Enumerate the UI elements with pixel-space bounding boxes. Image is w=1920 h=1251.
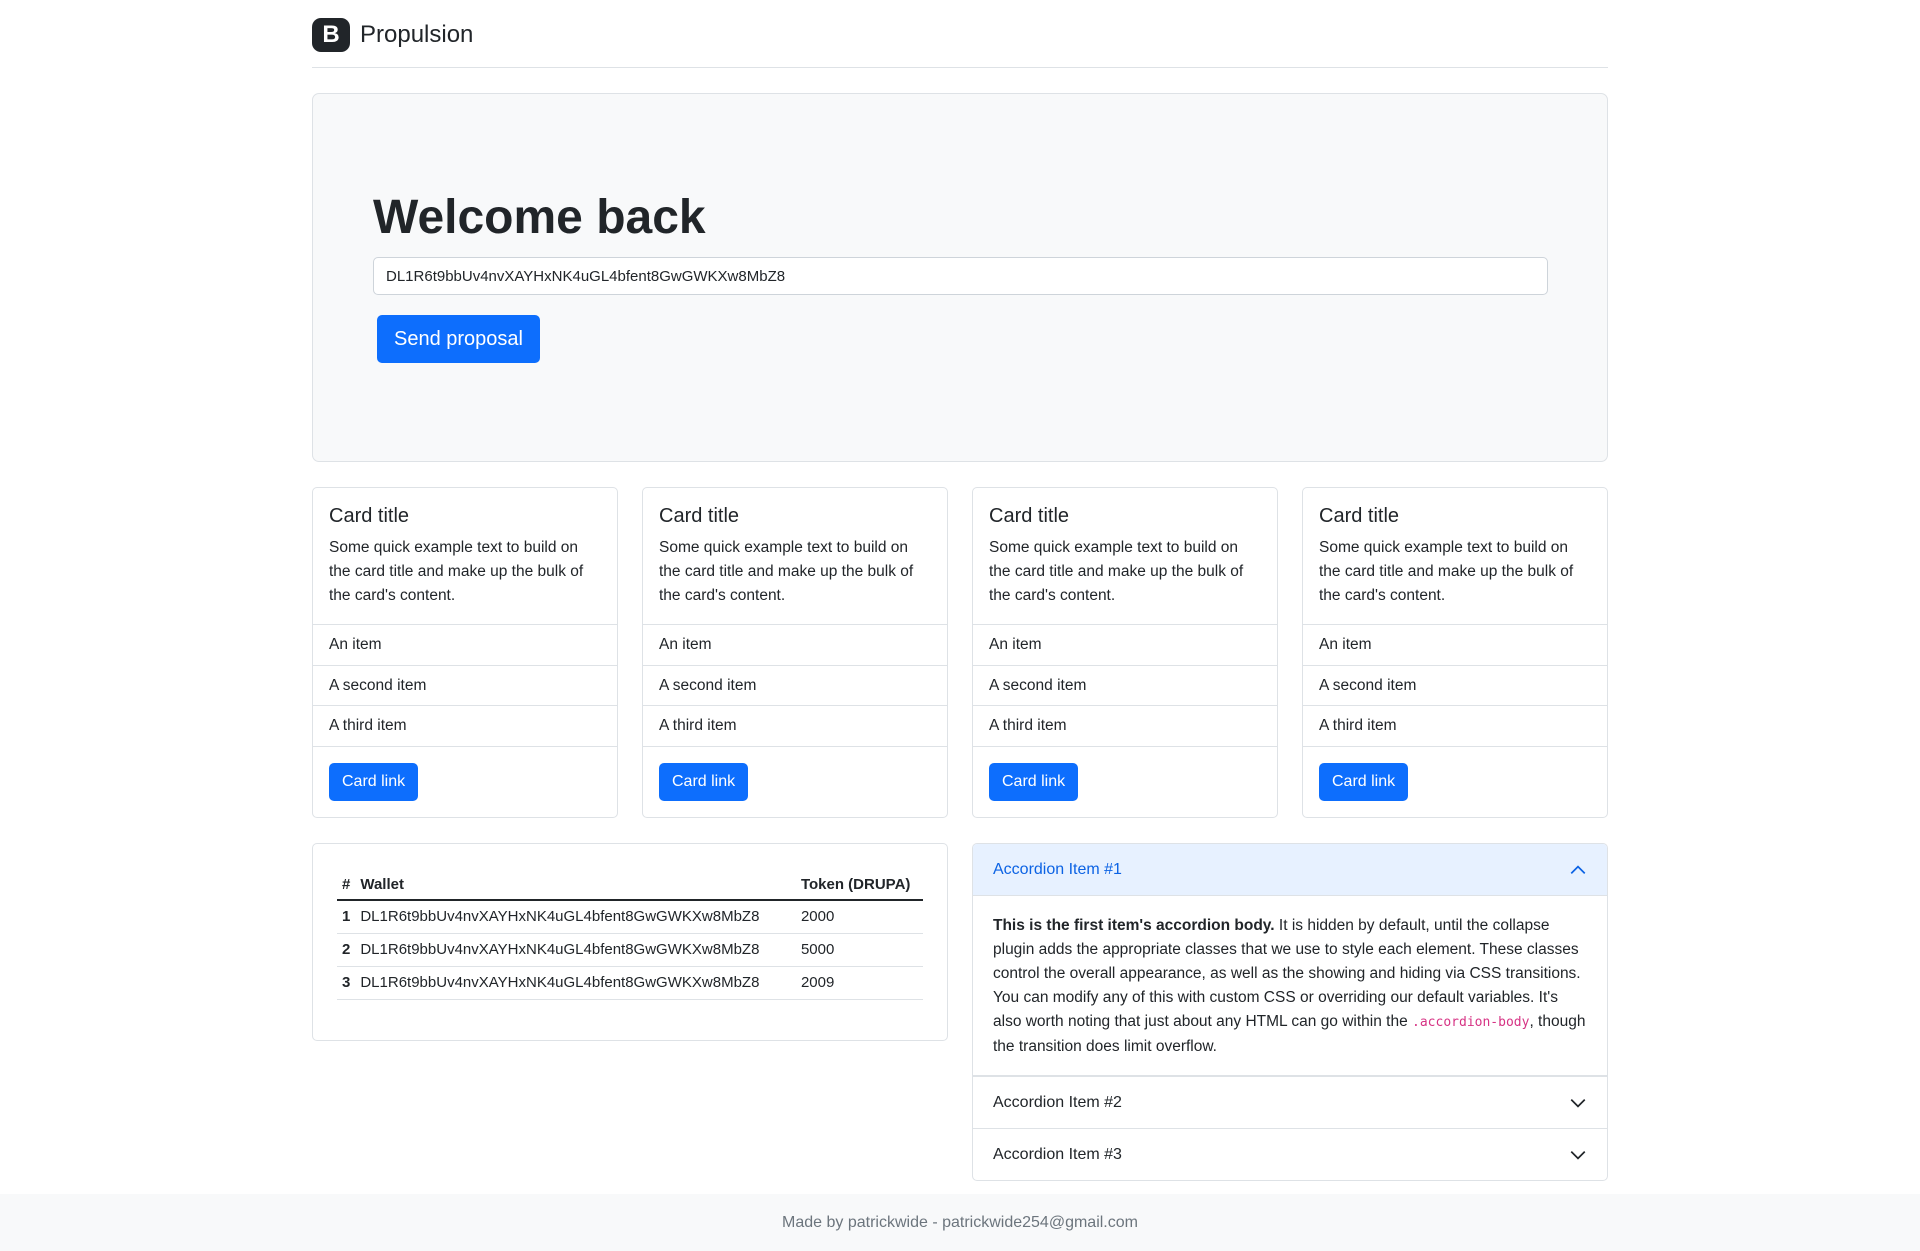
send-proposal-button[interactable]: Send proposal	[377, 315, 540, 363]
card-body: Card title Some quick example text to bu…	[313, 488, 617, 624]
card-link-button[interactable]: Card link	[329, 763, 419, 802]
card-footer: Card link	[313, 746, 617, 817]
chevron-down-icon	[1570, 1098, 1586, 1108]
row-wallet: DL1R6t9bbUv4nvXAYHxNK4uGL4bfent8GwGWKXw8…	[355, 966, 789, 1000]
row-token: 5000	[788, 933, 923, 967]
card-text: Some quick example text to build on the …	[329, 539, 584, 604]
card-text: Some quick example text to build on the …	[1319, 539, 1574, 604]
wallet-address-input[interactable]	[373, 257, 1548, 295]
card-list-item: An item	[643, 624, 947, 665]
site-footer: Made by patrickwide - patrickwide254@gma…	[0, 1194, 1920, 1251]
row-wallet: DL1R6t9bbUv4nvXAYHxNK4uGL4bfent8GwGWKXw8…	[355, 933, 789, 967]
card-list-item: A third item	[313, 705, 617, 746]
table-row: 1 DL1R6t9bbUv4nvXAYHxNK4uGL4bfent8GwGWKX…	[337, 900, 923, 934]
accordion: Accordion Item #1 This is the first item…	[972, 843, 1608, 1181]
wallet-table-card: # Wallet Token (DRUPA) 1 DL1R6t9bbUv4nvX…	[312, 843, 948, 1041]
table-row: 2 DL1R6t9bbUv4nvXAYHxNK4uGL4bfent8GwGWKX…	[337, 933, 923, 967]
card-link-button[interactable]: Card link	[659, 763, 749, 802]
row-wallet: DL1R6t9bbUv4nvXAYHxNK4uGL4bfent8GwGWKXw8…	[355, 900, 789, 934]
row-token: 2009	[788, 966, 923, 1000]
accordion-body-bold: This is the first item's accordion body.	[993, 917, 1275, 934]
chevron-up-icon	[1570, 864, 1586, 874]
accordion-title: Accordion Item #2	[993, 1093, 1122, 1111]
accordion-item: Accordion Item #3	[973, 1128, 1607, 1180]
card-list-item: A second item	[313, 664, 617, 706]
card-list-item: An item	[973, 624, 1277, 665]
wallet-table: # Wallet Token (DRUPA) 1 DL1R6t9bbUv4nvX…	[337, 868, 923, 1000]
card-title: Card title	[1319, 505, 1400, 527]
card-list-item: A second item	[643, 664, 947, 706]
card-list-item: A third item	[643, 705, 947, 746]
card-link-button[interactable]: Card link	[989, 763, 1079, 802]
brand-name: Propulsion	[360, 20, 474, 48]
footer-text: Made by patrickwide - patrickwide254@gma…	[782, 1213, 1138, 1231]
row-index: 2	[337, 933, 356, 967]
card-list-item: A second item	[973, 664, 1277, 706]
bottom-row: # Wallet Token (DRUPA) 1 DL1R6t9bbUv4nvX…	[312, 843, 1608, 1181]
card-footer: Card link	[973, 746, 1277, 817]
card: Card title Some quick example text to bu…	[1302, 487, 1608, 818]
card-link-button[interactable]: Card link	[1319, 763, 1409, 802]
accordion-title: Accordion Item #3	[993, 1145, 1122, 1163]
accordion-header-item-2[interactable]: Accordion Item #2	[973, 1076, 1607, 1128]
card: Card title Some quick example text to bu…	[972, 487, 1278, 818]
card: Card title Some quick example text to bu…	[312, 487, 618, 818]
card-list-item: An item	[1303, 624, 1607, 665]
accordion-body-code: .accordion-body	[1412, 1015, 1530, 1030]
column-header-index: #	[337, 868, 356, 901]
card-body: Card title Some quick example text to bu…	[973, 488, 1277, 624]
card: Card title Some quick example text to bu…	[642, 487, 948, 818]
site-header: B Propulsion	[312, 0, 1608, 68]
chevron-down-icon	[1570, 1150, 1586, 1160]
accordion-header-item-3[interactable]: Accordion Item #3	[973, 1128, 1607, 1180]
column-header-token: Token (DRUPA)	[788, 868, 923, 901]
row-index: 1	[337, 900, 356, 934]
hero-section: Welcome back Send proposal	[312, 93, 1608, 462]
card-list-item: A third item	[973, 705, 1277, 746]
bootstrap-logo-icon: B	[312, 17, 350, 52]
cards-row: Card title Some quick example text to bu…	[312, 487, 1608, 818]
card-list-item: An item	[313, 624, 617, 665]
column-header-wallet: Wallet	[355, 868, 789, 901]
card-text: Some quick example text to build on the …	[659, 539, 914, 604]
accordion-item: Accordion Item #1 This is the first item…	[973, 844, 1607, 1076]
table-row: 3 DL1R6t9bbUv4nvXAYHxNK4uGL4bfent8GwGWKX…	[337, 966, 923, 1000]
card-list-item: A third item	[1303, 705, 1607, 746]
accordion-body: This is the first item's accordion body.…	[973, 896, 1607, 1076]
card-title: Card title	[659, 505, 740, 527]
accordion-item: Accordion Item #2	[973, 1076, 1607, 1128]
page-container: B Propulsion Welcome back Send proposal …	[312, 0, 1608, 1181]
card-footer: Card link	[643, 746, 947, 817]
brand-link[interactable]: B Propulsion	[312, 17, 474, 52]
card-list-item: A second item	[1303, 664, 1607, 706]
accordion-title: Accordion Item #1	[993, 860, 1122, 878]
card-footer: Card link	[1303, 746, 1607, 817]
row-token: 2000	[788, 900, 923, 934]
row-index: 3	[337, 966, 356, 1000]
hero-title: Welcome back	[373, 191, 706, 244]
card-body: Card title Some quick example text to bu…	[643, 488, 947, 624]
table-header-row: # Wallet Token (DRUPA)	[337, 868, 923, 901]
card-body: Card title Some quick example text to bu…	[1303, 488, 1607, 624]
card-title: Card title	[989, 505, 1070, 527]
card-text: Some quick example text to build on the …	[989, 539, 1244, 604]
accordion-header-item-1[interactable]: Accordion Item #1	[973, 844, 1607, 896]
card-title: Card title	[329, 505, 410, 527]
